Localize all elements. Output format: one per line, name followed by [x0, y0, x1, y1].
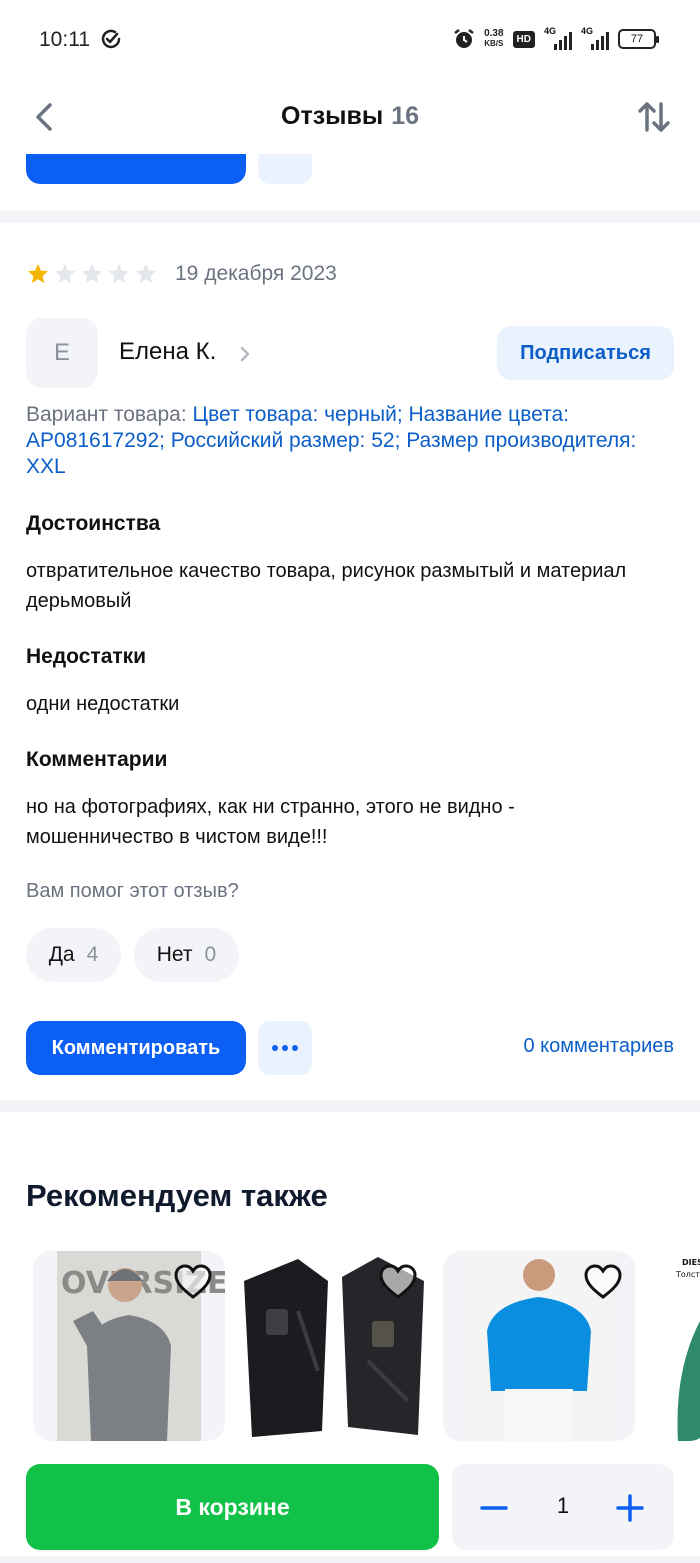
- yes-label: Да: [48, 943, 75, 966]
- pros-title: Достоинства: [26, 512, 161, 535]
- in-cart-button[interactable]: В корзине: [26, 1464, 439, 1550]
- bottom-edge: [0, 1556, 700, 1563]
- previous-comment-button[interactable]: [26, 154, 246, 184]
- signal-sim1-icon: 4G: [544, 26, 572, 50]
- variant-label: Вариант товара:: [26, 403, 187, 426]
- recommended-product-card[interactable]: DIESEL Толстов: [648, 1251, 700, 1441]
- battery-icon: 77: [618, 29, 659, 49]
- sort-icon[interactable]: [636, 98, 672, 136]
- avatar[interactable]: Е: [26, 318, 98, 388]
- review-date: 19 декабря 2023: [175, 262, 337, 285]
- no-label: Нет: [156, 943, 193, 966]
- recommended-product-card[interactable]: OVERSIZE: [33, 1251, 225, 1441]
- subscribe-button[interactable]: Подписаться: [497, 326, 674, 380]
- check-circle-icon: [101, 29, 121, 49]
- favorite-heart-icon[interactable]: [378, 1263, 418, 1301]
- quantity-stepper: 1: [452, 1464, 674, 1550]
- comment-text: но на фотографиях, как ни странно, этого…: [26, 796, 515, 848]
- dot: [282, 1045, 288, 1051]
- photo-overlay-subtext: Толстов: [675, 1270, 700, 1279]
- favorite-heart-icon[interactable]: [173, 1263, 213, 1301]
- hd-voice-icon: HD: [512, 30, 535, 48]
- divider: [0, 1100, 700, 1112]
- comment-title: Комментарии: [26, 748, 168, 771]
- product-photo-green-hoodie[interactable]: DIESEL Толстов: [648, 1251, 700, 1441]
- helpful-no-button[interactable]: Нет 0: [134, 928, 239, 982]
- comments-count-link[interactable]: 0 комментариев: [523, 1035, 674, 1058]
- cons-title: Недостатки: [26, 645, 147, 668]
- author-name[interactable]: Елена К.: [119, 338, 216, 366]
- pros-text: отвратительное качество товара, рисунок …: [26, 560, 627, 612]
- alarm-icon: [454, 29, 474, 48]
- chevron-right-icon[interactable]: [238, 344, 252, 364]
- helpful-yes-button[interactable]: Да 4: [26, 928, 121, 982]
- product-variant: Вариант товара: Цвет товара: черный; Наз…: [26, 402, 676, 480]
- page-title: Отзывы 16: [281, 102, 419, 130]
- star-filled-icon: [28, 264, 48, 283]
- more-options-button[interactable]: [258, 1021, 312, 1075]
- dot: [272, 1045, 278, 1051]
- status-time: 10:11: [39, 28, 90, 51]
- dot: [292, 1045, 298, 1051]
- recommendations-title: Рекомендуем также: [26, 1178, 328, 1213]
- divider: [0, 211, 700, 223]
- favorite-heart-icon[interactable]: [583, 1263, 623, 1301]
- page-header: Отзывы 16: [0, 80, 700, 154]
- no-count: 0: [204, 943, 217, 966]
- status-bar: 10:11 0.38 KB/S HD 4G 4G 77: [0, 0, 700, 80]
- previous-more-button[interactable]: [258, 154, 312, 184]
- helpful-question: Вам помог этот отзыв?: [26, 880, 239, 902]
- comment-button[interactable]: Комментировать: [26, 1021, 246, 1075]
- star-empty-icon: [109, 264, 129, 283]
- rating-stars: [26, 262, 161, 286]
- recommended-product-card[interactable]: [443, 1251, 635, 1441]
- cons-text: одни недостатки: [26, 693, 180, 715]
- bottom-action-bar: В корзине 1: [0, 1447, 700, 1563]
- photo-overlay-text: DIESEL: [682, 1258, 700, 1267]
- yes-count: 4: [86, 943, 99, 966]
- star-empty-icon: [82, 264, 102, 283]
- star-empty-icon: [55, 264, 75, 283]
- recommended-product-card[interactable]: [238, 1251, 430, 1441]
- network-speed: 0.38 KB/S: [484, 28, 504, 49]
- review-author[interactable]: Е Елена К. Подписаться: [26, 318, 674, 388]
- star-empty-icon: [136, 264, 156, 283]
- reviews-count: 16: [391, 102, 419, 130]
- plus-icon[interactable]: [614, 1492, 646, 1524]
- review-rating: 19 декабря 2023: [26, 262, 337, 286]
- signal-sim2-icon: 4G: [581, 26, 609, 50]
